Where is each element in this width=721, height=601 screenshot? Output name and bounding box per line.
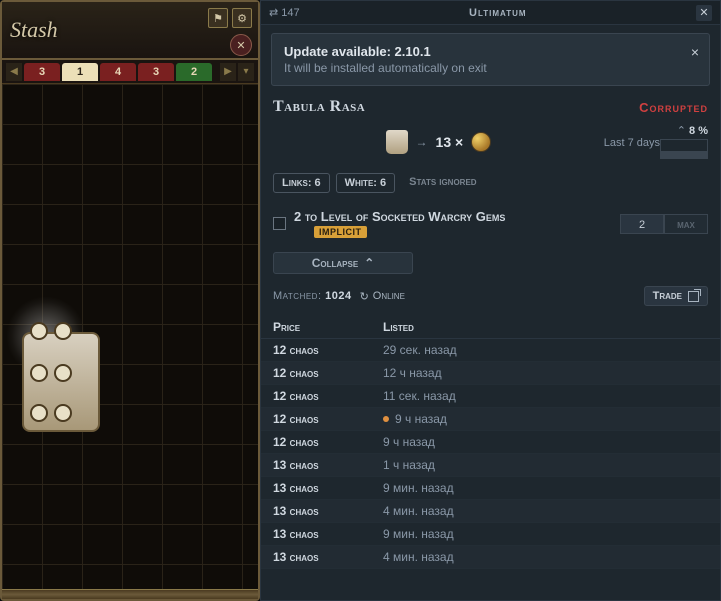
stats-ignored-label: Stats ignored [401,173,484,193]
dismiss-update-button[interactable]: × [691,44,699,60]
table-row[interactable]: 12 chaos12 ч назад [261,362,720,385]
table-row[interactable]: 12 chaos9 ч назад [261,408,720,431]
sparkline [660,139,708,159]
listed-cell: 9 мин. назад [383,481,454,495]
ping-value: 147 [281,7,299,19]
table-row[interactable]: 12 chaos11 сек. назад [261,385,720,408]
listed-cell: 29 сек. назад [383,343,457,357]
gear-icon[interactable]: ⚙ [232,8,252,28]
table-row[interactable]: 12 chaos29 сек. назад [261,339,720,362]
corrupted-badge: Corrupted [639,100,708,115]
trend-label: Last 7 days [604,137,660,149]
trade-button[interactable]: Trade [644,286,708,306]
results-list: 12 chaos29 сек. назад12 chaos12 ч назад1… [261,339,720,600]
price-panel: ⇄ 147 Ultimatum ✕ Update available: 2.10… [260,0,721,601]
stash-footer [2,589,258,599]
implicit-badge: IMPLICIT [314,226,367,238]
price-cell: 12 chaos [273,366,383,380]
stash-tab-row: ◀ 31432 ▶ ▾ [2,60,258,84]
price-trend: ⌃ 8 % Last 7 days [604,124,708,159]
price-cell: 13 chaos [273,458,383,472]
close-stash-button[interactable]: ✕ [230,34,252,56]
online-filter[interactable]: ↻ Online [360,290,405,303]
arrow-right-icon: → [416,135,428,149]
table-row[interactable]: 13 chaos4 мин. назад [261,546,720,569]
table-row[interactable]: 12 chaos9 ч назад [261,431,720,454]
price-cell: 12 chaos [273,343,383,357]
price-cell: 13 chaos [273,481,383,495]
swap-icon: ⇄ [269,6,278,19]
stash-header: Stash ⚑ ⚙ ✕ [2,2,258,60]
col-price: Price [273,320,383,334]
mod-checkbox[interactable] [273,217,286,230]
table-row[interactable]: 13 chaos1 ч назад [261,454,720,477]
stash-item-tabula[interactable] [22,312,102,432]
stash-grid[interactable] [2,84,258,589]
chevron-up-icon: ⌃ [364,256,374,270]
stash-tab[interactable]: 2 [176,63,212,81]
price-cell: 12 chaos [273,412,383,426]
stash-tab[interactable]: 3 [24,63,60,81]
trend-up-icon: ⌃ [677,125,686,137]
item-name: Tabula Rasa [273,98,365,116]
table-header: Price Listed [261,314,720,339]
mod-value-input[interactable]: 2 [620,214,664,234]
price-cell: 12 chaos [273,435,383,449]
mod-max-button[interactable]: max [664,214,708,234]
listed-cell: 12 ч назад [383,366,442,380]
listed-cell: 4 мин. назад [383,504,454,518]
listed-cell: 9 ч назад [383,435,435,449]
listed-cell: 9 мин. назад [383,527,454,541]
listed-cell: 1 ч назад [383,458,435,472]
armor-icon [386,130,408,154]
stash-tab[interactable]: 3 [138,63,174,81]
col-listed: Listed [383,320,414,334]
price-quantity: 13 × [436,134,464,150]
price-cell: 13 chaos [273,527,383,541]
update-body: It will be installed automatically on ex… [284,61,697,75]
matched-label: Matched: 1024 [273,290,352,302]
table-row[interactable]: 13 chaos9 мин. назад [261,477,720,500]
price-cell: 13 chaos [273,550,383,564]
stash-title: Stash [10,17,58,43]
tab-scroll-right[interactable]: ▶ [220,63,236,81]
external-link-icon [688,291,699,302]
listed-cell: 4 мин. назад [383,550,454,564]
trend-value: 8 % [689,125,708,137]
league-name: Ultimatum [300,7,696,19]
price-cell: 12 chaos [273,389,383,403]
table-row[interactable]: 13 chaos4 мин. назад [261,500,720,523]
titlebar: ⇄ 147 Ultimatum ✕ [261,1,720,25]
mod-text: 2 to Level of Socketed Warcry Gems [294,209,505,224]
update-banner: Update available: 2.10.1 It will be inst… [271,33,710,86]
history-icon: ↻ [360,290,369,303]
table-row[interactable]: 13 chaos9 мин. назад [261,523,720,546]
links-pill[interactable]: Links: 6 [273,173,330,193]
white-pill[interactable]: White: 6 [336,173,395,193]
close-button[interactable]: ✕ [696,5,712,21]
tab-menu[interactable]: ▾ [238,63,254,81]
mod-row: 2 to Level of Socketed Warcry Gems IMPLI… [261,203,720,244]
flag-icon[interactable]: ⚑ [208,8,228,28]
stash-tab[interactable]: 1 [62,63,98,81]
listed-cell: 9 ч назад [383,412,447,426]
stash-tab[interactable]: 4 [100,63,136,81]
tab-scroll-left[interactable]: ◀ [6,63,22,81]
online-dot-icon [383,416,389,422]
price-cell: 13 chaos [273,504,383,518]
stash-panel: Stash ⚑ ⚙ ✕ ◀ 31432 ▶ ▾ [0,0,260,601]
chaos-orb-icon [471,132,491,152]
listed-cell: 11 сек. назад [383,389,456,403]
collapse-button[interactable]: Collapse ⌃ [273,252,413,274]
update-title: Update available: 2.10.1 [284,44,697,59]
